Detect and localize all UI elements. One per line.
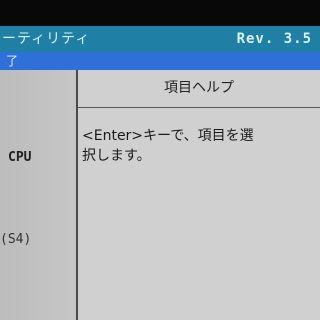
help-divider: [78, 107, 320, 108]
settings-list: CPU (S4): [0, 70, 76, 320]
screen-bezel-top: [0, 0, 320, 26]
app-title: ーティリティ: [2, 31, 91, 47]
revision-label: Rev. 3.5: [236, 31, 312, 47]
menu-tab-bar: 了: [0, 52, 320, 70]
setting-item-s4[interactable]: (S4): [0, 232, 31, 247]
help-pane: 項目ヘルプ <Enter>キーで、項目を選 択します。: [78, 70, 320, 320]
help-text: <Enter>キーで、項目を選 択します。: [82, 128, 254, 164]
title-bar: ーティリティ Rev. 3.5: [0, 26, 320, 52]
setting-item-cpu[interactable]: CPU: [8, 150, 31, 165]
settings-panel: CPU (S4) 項目ヘルプ <Enter>キーで、項目を選 択します。: [0, 70, 320, 320]
help-title: 項目ヘルプ: [164, 80, 234, 96]
tab-exit[interactable]: 了: [6, 52, 18, 70]
